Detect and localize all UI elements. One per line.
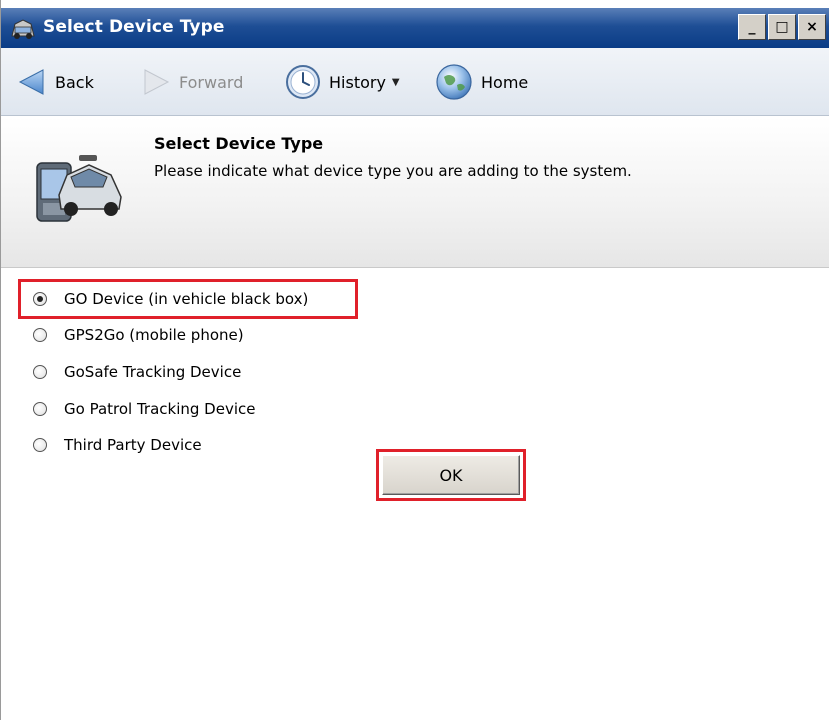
- car-phone-icon: [36, 155, 122, 222]
- dialog-window: Select Device Type _ □ × Back Forward Hi…: [0, 0, 829, 720]
- window-controls: _ □ ×: [738, 14, 826, 40]
- option-third-party[interactable]: Third Party Device: [33, 430, 202, 460]
- radio-button[interactable]: [33, 438, 47, 452]
- back-label: Back: [55, 72, 94, 92]
- wizard-header: Select Device Type Please indicate what …: [1, 117, 829, 268]
- forward-arrow-icon: [144, 69, 170, 95]
- title-bar[interactable]: Select Device Type _ □ ×: [1, 8, 829, 48]
- option-label: GO Device (in vehicle black box): [64, 290, 309, 308]
- radio-button[interactable]: [33, 365, 47, 379]
- clock-icon: [286, 65, 320, 99]
- forward-button[interactable]: Forward: [141, 48, 243, 116]
- ok-button[interactable]: OK: [382, 455, 520, 495]
- car-app-icon: [11, 19, 35, 39]
- back-button[interactable]: Back: [17, 48, 94, 116]
- option-gosafe[interactable]: GoSafe Tracking Device: [33, 357, 241, 387]
- home-label: Home: [481, 72, 529, 92]
- option-go-patrol[interactable]: Go Patrol Tracking Device: [33, 394, 255, 424]
- option-label: Go Patrol Tracking Device: [64, 400, 256, 418]
- option-label: GoSafe Tracking Device: [64, 363, 242, 381]
- option-label: GPS2Go (mobile phone): [64, 326, 244, 344]
- history-label: History: [329, 72, 386, 92]
- globe-icon: [436, 64, 472, 100]
- radio-button[interactable]: [33, 292, 47, 306]
- close-button[interactable]: ×: [798, 14, 826, 40]
- minimize-button[interactable]: _: [738, 14, 766, 40]
- radio-button[interactable]: [33, 402, 47, 416]
- maximize-button[interactable]: □: [768, 14, 796, 40]
- navigation-toolbar: Back Forward History ▼ Home: [1, 48, 829, 116]
- option-go-device[interactable]: GO Device (in vehicle black box): [33, 284, 308, 314]
- option-gps2go[interactable]: GPS2Go (mobile phone): [33, 320, 244, 350]
- header-title: Select Device Type: [154, 134, 324, 153]
- option-label: Third Party Device: [64, 436, 202, 454]
- history-button[interactable]: History ▼: [285, 48, 400, 116]
- forward-label: Forward: [179, 72, 244, 92]
- back-arrow-icon: [18, 69, 44, 95]
- header-description: Please indicate what device type you are…: [154, 162, 632, 180]
- chevron-down-icon[interactable]: ▼: [392, 77, 400, 88]
- home-button[interactable]: Home: [435, 48, 528, 116]
- radio-button[interactable]: [33, 328, 47, 342]
- window-title: Select Device Type: [43, 17, 225, 37]
